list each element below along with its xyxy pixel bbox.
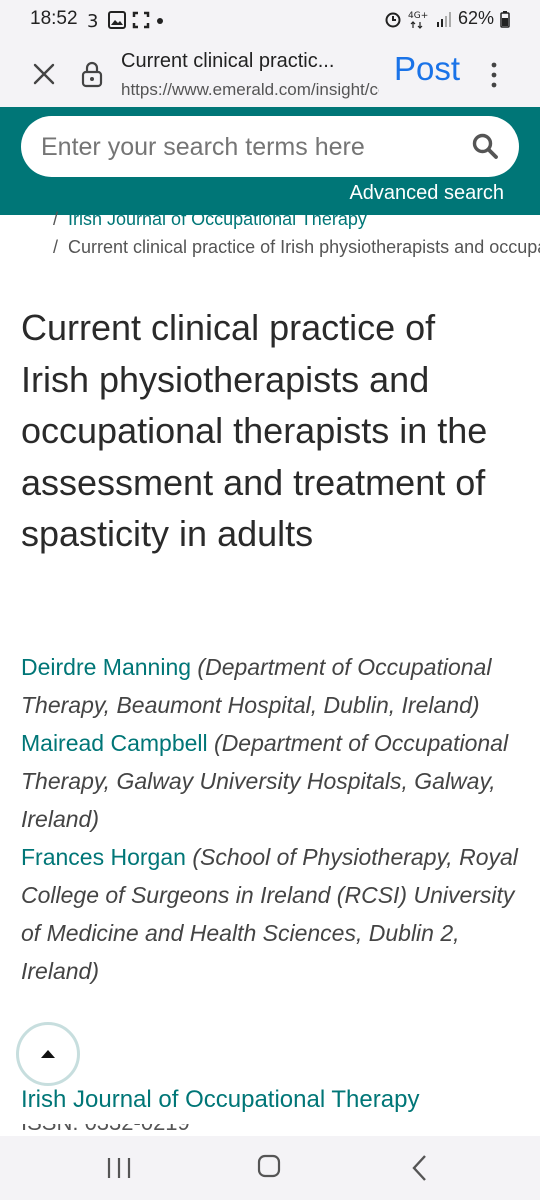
advanced-search-link[interactable]: Advanced search [349,182,504,205]
scroll-to-top-button[interactable] [16,1022,80,1086]
lock-icon[interactable] [80,60,104,88]
breadcrumb-journal-label[interactable]: Irish Journal of Occupational Therapy [68,209,367,229]
search-icon[interactable] [471,132,499,160]
author-name-link[interactable]: Deirdre Manning [21,654,191,680]
back-icon[interactable] [410,1153,430,1183]
author-item: Frances Horgan (School of Physiotherapy,… [21,838,521,990]
article-title: Current clinical practice of Irish physi… [21,307,488,554]
breadcrumb-item-journal[interactable]: / Irish Journal of Occupational Therapy [53,209,367,230]
search-header: Advanced search [0,107,540,215]
author-item: Deirdre Manning (Department of Occupatio… [21,648,521,724]
caret-up-icon [41,1050,55,1058]
author-item: Mairead Campbell (Department of Occupati… [21,724,521,838]
battery-icon [500,10,510,28]
breadcrumb-item-article: / Current clinical practice of Irish phys… [53,237,540,258]
issn-text: ISSN: 0332-0219 [21,1124,190,1134]
gallery-icon [108,11,126,29]
recent-apps-icon[interactable] [105,1156,133,1180]
search-input[interactable] [41,133,441,162]
screenshot-icon [132,11,150,29]
journal-link[interactable]: Irish Journal of Occupational Therapy [21,1086,419,1114]
breadcrumb-article-label: Current clinical practice of Irish physi… [68,237,540,257]
svg-text:4G+: 4G+ [408,11,428,21]
search-box [21,116,519,177]
browser-toolbar: Current clinical practic... https://www.… [0,40,540,107]
system-icons: 4G+ 62% [384,8,510,29]
breadcrumb: / Irish Journal of Occupational Therapy /… [0,209,540,269]
svg-text:3: 3 [87,11,98,30]
system-nav-bar [0,1136,540,1200]
network-icon: 4G+ [408,11,428,29]
alarm-icon [385,12,401,27]
author-list: Deirdre Manning (Department of Occupatio… [21,648,521,990]
more-options-icon[interactable] [484,60,504,90]
post-button[interactable]: Post [394,50,460,88]
breadcrumb-separator: / [53,237,59,257]
battery-percent: 62% [457,8,494,28]
status-bar: 18:52 3 4G+ 62% [0,0,540,40]
author-name-link[interactable]: Mairead Campbell [21,730,208,756]
notification-icons: 3 [86,10,164,30]
close-icon[interactable] [30,60,58,88]
home-icon[interactable] [257,1154,281,1178]
page-url[interactable]: https://www.emerald.com/insight/content/… [121,80,379,100]
carrier-icon: 3 [87,11,98,30]
issn-line: ISSN: 0332-0219 [21,1124,321,1134]
author-name-link[interactable]: Frances Horgan [21,844,186,870]
signal-icon [436,11,451,27]
page-title[interactable]: Current clinical practic... [121,50,376,73]
dot-icon [157,18,163,24]
status-time: 18:52 [30,8,78,29]
breadcrumb-separator: / [53,209,59,229]
